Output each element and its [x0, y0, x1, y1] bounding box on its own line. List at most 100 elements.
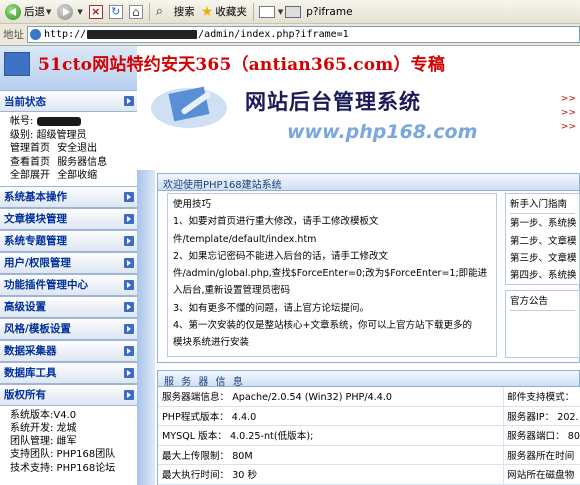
table-cell: 服务器端口： 80: [503, 426, 580, 445]
table-row: PHP程式版本： 4.4.0 服务器IP： 202.: [158, 406, 580, 426]
refresh-icon[interactable]: [108, 4, 123, 19]
forward-button[interactable]: ▼: [54, 2, 85, 22]
link-server-info[interactable]: 服务器信息: [57, 157, 107, 168]
iframe-label: p?iframe: [306, 5, 353, 18]
sidebar-section-templates[interactable]: 风格/模板设置: [0, 317, 137, 340]
link-logout[interactable]: 安全退出: [57, 143, 97, 154]
link-expand-all[interactable]: 全部展开: [10, 170, 50, 181]
user-level: 级别: 超级管理员: [10, 129, 87, 141]
sidebar-section-topics[interactable]: 系统专题管理: [0, 229, 137, 252]
expand-icon: [124, 213, 134, 224]
admin-banner: 网站后台管理系统 www.php168.com >> >> >>: [137, 72, 580, 170]
address-input[interactable]: http:// /admin/index.php?iframe=1: [27, 26, 580, 43]
print-icon[interactable]: [285, 5, 302, 18]
link-collapse-all[interactable]: 全部收缩: [57, 170, 97, 181]
copyright-line: 技术支持: PHP168论坛: [10, 462, 116, 474]
tips-box: 使用技巧 1、如要对首页进行重大修改，请手工修改模板文 件/template/d…: [167, 193, 497, 357]
table-cell: 服务器IP： 202.: [503, 406, 580, 425]
tip-line: 1、如要对首页进行重大修改，请手工修改模板文: [173, 216, 379, 228]
expand-icon: [124, 191, 134, 202]
back-arrow-icon: [5, 3, 21, 20]
copyright-panel: 系统版本:V4.0 系统开发: 龙城 团队管理: 雌军 支持团队: PHP168…: [0, 405, 137, 478]
sidebar-heading-current-status[interactable]: 当前状态: [0, 90, 137, 112]
forward-arrow-icon: [57, 3, 74, 20]
server-info-table: 服务器端信息： Apache/2.0.54 (Win32) PHP/4.4.0 …: [157, 387, 580, 485]
tip-line: 2、如果忘记密码不能进入后台的话，请手工修改文: [173, 250, 389, 262]
chevron-down-icon[interactable]: ▼: [278, 8, 283, 16]
redacted-host: [87, 30, 198, 39]
search-button[interactable]: ⌕ 搜索: [153, 2, 198, 22]
stop-icon[interactable]: [88, 4, 103, 19]
expand-icon: [124, 367, 134, 378]
guide-link[interactable]: 第一步、系统换: [510, 215, 577, 232]
sidebar-section-database[interactable]: 数据库工具: [0, 361, 137, 384]
address-bar: 地址 http:// /admin/index.php?iframe=1: [0, 24, 580, 46]
welcome-title: 欢迎使用PHP168建站系统: [158, 174, 579, 191]
back-button[interactable]: 后退 ▼: [2, 2, 54, 22]
article-headline: 51cto网站特约安天365（antian365.com）专稿: [38, 55, 446, 75]
guide-link[interactable]: 第三步、文章模: [510, 250, 577, 267]
favorites-button[interactable]: ★ 收藏夹: [198, 2, 250, 22]
table-cell: 邮件支持模式：: [503, 387, 580, 406]
star-icon: ★: [200, 3, 214, 20]
table-cell: 最大上传限制： 80M: [162, 450, 253, 462]
mail-icon[interactable]: [258, 5, 275, 18]
guide-box: 新手入门指南 第一步、系统换 第二步、文章模 第三步、文章模 第四步、系统换: [505, 193, 580, 285]
url-prefix: http://: [44, 29, 87, 40]
tip-line: 4、第一次安装的仅是整站核心+文章系统，你可以上官方站下载更多的: [173, 320, 473, 332]
table-row: 最大执行时间： 30 秒 网站所在磁盘物: [158, 465, 580, 485]
back-label: 后退: [24, 6, 45, 18]
address-label: 地址: [3, 29, 24, 41]
guide-link[interactable]: 第四步、系统换: [510, 267, 577, 284]
sidebar-section-collector[interactable]: 数据采集器: [0, 339, 137, 362]
account-label: 帐号:: [10, 116, 34, 127]
toolbar-divider: [252, 2, 254, 21]
sidebar-section-plugins[interactable]: 功能插件管理中心: [0, 273, 137, 296]
search-icon: ⌕: [155, 4, 164, 19]
table-row: 最大上传限制： 80M 服务器所在时间: [158, 445, 580, 465]
sidebar: 当前状态 帐号: 级别: 超级管理员 管理首页 安全退出 查看首页 服务器信息 …: [0, 46, 137, 485]
sidebar-section-article-module[interactable]: 文章模块管理: [0, 207, 137, 230]
table-cell: PHP程式版本： 4.4.0: [162, 411, 257, 423]
cms-logo-icon: [4, 52, 30, 76]
banner-url: www.php168.com: [287, 121, 478, 143]
search-label: 搜索: [173, 6, 195, 18]
copyright-line: 支持团队: PHP168团队: [10, 449, 116, 461]
expand-icon: [124, 96, 134, 106]
link-view-home[interactable]: 查看首页: [10, 157, 50, 168]
browser-toolbar: 后退 ▼ ▼ ⌕ 搜索 ★ 收藏夹 ▼ p?iframe: [0, 0, 580, 24]
expand-icon: [124, 323, 134, 334]
current-status-panel: 帐号: 级别: 超级管理员 管理首页 安全退出 查看首页 服务器信息 全部展开 …: [0, 112, 137, 186]
tip-line: 件/template/default/index.htm: [173, 233, 317, 245]
link-admin-home[interactable]: 管理首页: [10, 143, 50, 154]
wrench-logo-icon: [151, 86, 227, 128]
redacted-username: [37, 116, 82, 126]
server-info-title: 服 务 器 信 息: [157, 370, 580, 388]
sidebar-section-system-basic[interactable]: 系统基本操作: [0, 185, 137, 208]
chevron-down-icon[interactable]: ▼: [46, 8, 51, 16]
table-cell: MYSQL 版本： 4.0.25-nt(低版本);: [162, 431, 314, 443]
table-row: MYSQL 版本： 4.0.25-nt(低版本); 服务器端口： 80: [158, 426, 580, 446]
expand-icon: [124, 279, 134, 290]
notice-box: 官方公告: [505, 290, 580, 358]
guide-link[interactable]: 第二步、文章模: [510, 233, 577, 250]
banner-side-marks: >> >> >>: [560, 94, 576, 132]
content-left-strip: [137, 170, 155, 485]
notice-heading: 官方公告: [510, 293, 575, 311]
iframe-tab[interactable]: p?iframe: [303, 2, 355, 22]
guide-heading: 新手入门指南: [510, 196, 575, 215]
url-suffix: /admin/index.php?iframe=1: [198, 29, 349, 40]
banner-title: 网站后台管理系统: [245, 90, 421, 114]
sidebar-section-users[interactable]: 用户/权限管理: [0, 251, 137, 274]
sidebar-heading-copyright[interactable]: 版权所有: [0, 383, 137, 406]
home-icon[interactable]: [128, 4, 143, 19]
tips-heading: 使用技巧: [173, 199, 212, 210]
expand-icon: [124, 389, 134, 400]
copyright-line: 系统开发: 龙城: [10, 422, 77, 434]
chevron-down-icon[interactable]: ▼: [77, 8, 82, 16]
table-cell: 服务器所在时间: [503, 445, 580, 464]
sidebar-section-advanced[interactable]: 高级设置: [0, 295, 137, 318]
favorites-label: 收藏夹: [215, 6, 247, 18]
table-row: 服务器端信息： Apache/2.0.54 (Win32) PHP/4.4.0 …: [158, 387, 580, 407]
table-cell: 服务器端信息： Apache/2.0.54 (Win32) PHP/4.4.0: [162, 392, 392, 404]
